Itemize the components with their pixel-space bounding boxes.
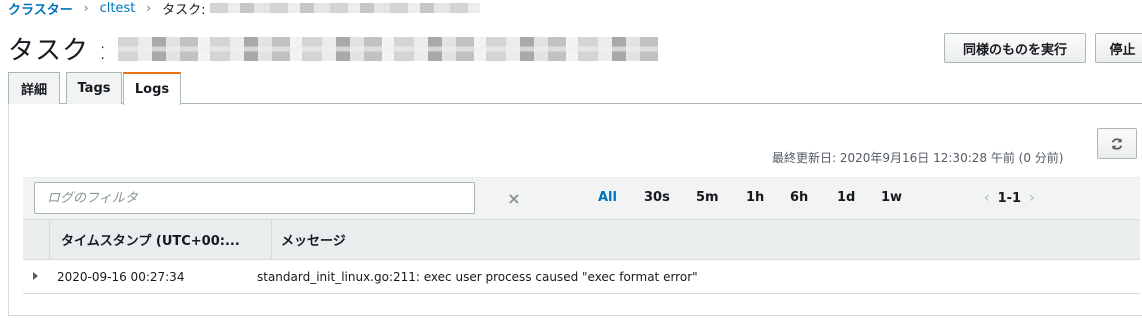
page-count: 1-1 [997, 190, 1022, 206]
row-message: standard_init_linux.go:211: exec user pr… [257, 270, 698, 284]
range-1d[interactable]: 1d [837, 190, 855, 205]
range-5m[interactable]: 5m [696, 190, 719, 205]
expand-column-header [23, 220, 50, 259]
breadcrumb: クラスター › cltest › タスク: [8, 0, 480, 18]
redacted-task-id [209, 3, 480, 13]
range-30s[interactable]: 30s [644, 190, 670, 205]
breadcrumb-clusters-link[interactable]: クラスター [8, 0, 73, 18]
chevron-left-icon[interactable]: ‹ [984, 190, 990, 206]
range-1h[interactable]: 1h [746, 190, 764, 205]
range-1w[interactable]: 1w [881, 190, 902, 205]
stop-button[interactable]: 停止 [1095, 33, 1142, 63]
page-title: タスク : [8, 30, 659, 67]
log-filter-input[interactable] [34, 182, 475, 214]
row-timestamp: 2020-09-16 00:27:34 [57, 270, 185, 284]
tab-logs[interactable]: Logs [123, 72, 181, 105]
last-updated-text: 最終更新日: 2020年9月16日 12:30:28 午前 (0 分前) [772, 151, 1064, 165]
tab-details[interactable]: 詳細 [8, 72, 60, 104]
pagination: ‹ 1-1 › [984, 190, 1035, 206]
refresh-icon [1111, 137, 1123, 150]
tab-tags[interactable]: Tags [66, 72, 122, 104]
page-title-text: タスク : [8, 36, 109, 66]
close-icon[interactable]: × [507, 189, 521, 208]
range-all[interactable]: All [598, 190, 617, 205]
table-row[interactable]: 2020-09-16 00:27:34 standard_init_linux.… [23, 260, 1140, 294]
caret-right-icon[interactable] [33, 272, 38, 280]
chevron-right-icon[interactable]: › [1029, 190, 1035, 206]
redacted-task-id [118, 36, 659, 61]
breadcrumb-current: タスク: [162, 2, 206, 18]
refresh-button[interactable] [1097, 128, 1137, 159]
run-similar-button[interactable]: 同様のものを実行 [944, 33, 1086, 63]
timestamp-column-header[interactable]: タイムスタンプ (UTC+00:... [50, 220, 272, 259]
breadcrumb-separator-icon: › [146, 1, 152, 15]
message-column-header[interactable]: メッセージ [272, 220, 346, 259]
breadcrumb-cluster-link[interactable]: cltest [100, 1, 136, 16]
range-6h[interactable]: 6h [790, 190, 808, 205]
table-header: タイムスタンプ (UTC+00:... メッセージ [23, 219, 1140, 260]
breadcrumb-separator-icon: › [83, 1, 89, 15]
tab-bar: 詳細 Tags Logs [8, 72, 1142, 105]
